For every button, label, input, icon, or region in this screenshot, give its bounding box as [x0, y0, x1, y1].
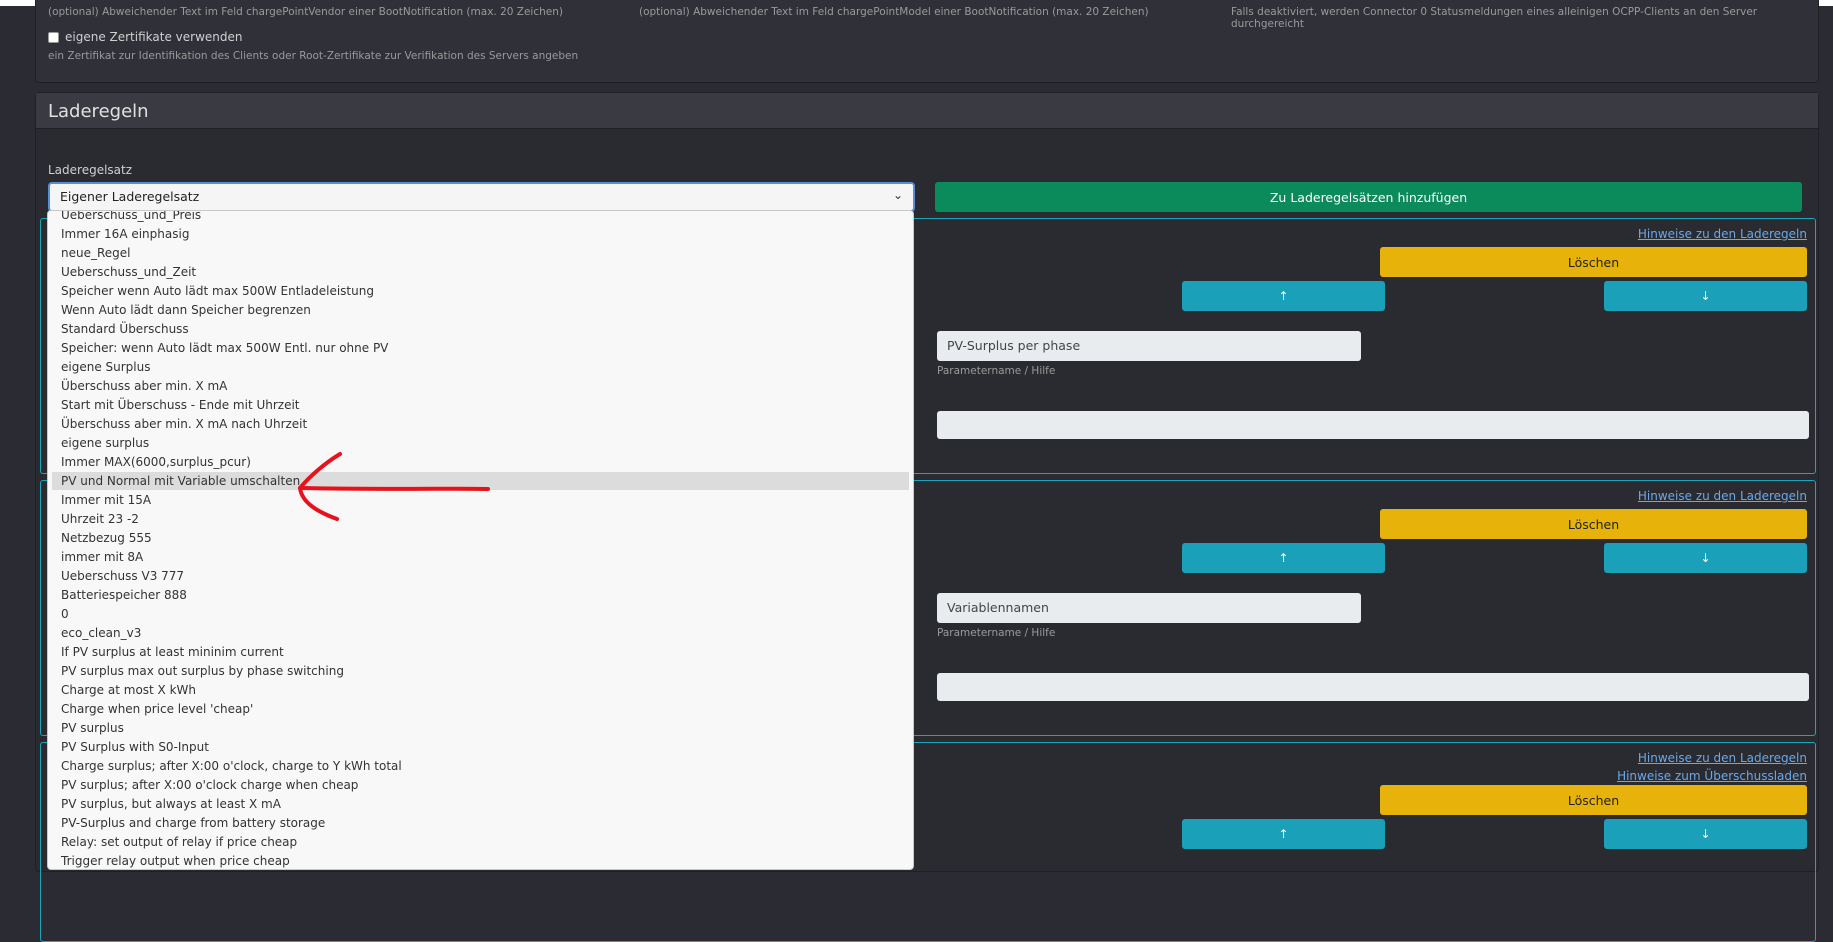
- move-down-button[interactable]: ↓: [1604, 543, 1807, 573]
- arrow-down-icon: ↓: [1700, 289, 1711, 303]
- dropdown-option[interactable]: Ueberschuss_und_Zeit: [52, 263, 909, 281]
- surplus-help-link[interactable]: Hinweise zum Überschussladen: [1617, 769, 1807, 783]
- delete-button[interactable]: Löschen: [1380, 785, 1807, 815]
- dropdown-option[interactable]: Speicher: wenn Auto lädt max 500W Entl. …: [52, 339, 909, 357]
- ruleset-label: Laderegelsatz: [48, 163, 133, 177]
- dropdown-option[interactable]: Speicher wenn Auto lädt max 500W Entlade…: [52, 282, 909, 300]
- rules-help-link[interactable]: Hinweise zu den Laderegeln: [1638, 227, 1807, 241]
- dropdown-option[interactable]: If PV surplus at least mininim current: [52, 643, 909, 661]
- arrow-up-icon: ↑: [1278, 289, 1289, 303]
- dropdown-option[interactable]: Ueberschuss V3 777: [52, 567, 909, 585]
- dropdown-option[interactable]: Überschuss aber min. X mA: [52, 377, 909, 395]
- parameter-name-input[interactable]: PV-Surplus per phase: [937, 331, 1361, 361]
- dropdown-option[interactable]: Überschuss aber min. X mA nach Uhrzeit: [52, 415, 909, 433]
- dropdown-option[interactable]: neue_Regel: [52, 244, 909, 262]
- arrow-up-icon: ↑: [1278, 551, 1289, 565]
- arrow-down-icon: ↓: [1700, 551, 1711, 565]
- dropdown-option[interactable]: eco_clean_v3: [52, 624, 909, 642]
- dropdown-option[interactable]: 0: [52, 605, 909, 623]
- dropdown-option[interactable]: Immer 16A einphasig: [52, 225, 909, 243]
- add-to-rulesets-button[interactable]: Zu Laderegelsätzen hinzufügen: [935, 182, 1802, 212]
- arrow-down-icon: ↓: [1700, 827, 1711, 841]
- delete-button[interactable]: Löschen: [1380, 509, 1807, 539]
- dropdown-option[interactable]: PV surplus: [52, 719, 909, 737]
- dropdown-option[interactable]: Charge surplus; after X:00 o'clock, char…: [52, 757, 909, 775]
- dropdown-option[interactable]: Charge when price level 'cheap': [52, 700, 909, 718]
- ruleset-selected-value: Eigener Laderegelsatz: [60, 189, 200, 204]
- move-down-button[interactable]: ↓: [1604, 819, 1807, 849]
- dropdown-option[interactable]: Netzbezug 555: [52, 529, 909, 547]
- parameter-help: Parametername / Hilfe: [937, 365, 1056, 377]
- rules-help-link[interactable]: Hinweise zu den Laderegeln: [1638, 751, 1807, 765]
- rule-expression-input[interactable]: [937, 411, 1809, 439]
- rules-help-link[interactable]: Hinweise zu den Laderegeln: [1638, 489, 1807, 503]
- dropdown-option[interactable]: PV-Surplus and charge from battery stora…: [52, 814, 909, 832]
- dropdown-option[interactable]: Trigger relay output when price cheap: [52, 852, 909, 869]
- parameter-help: Parametername / Hilfe: [937, 627, 1056, 639]
- variable-name-input[interactable]: Variablennamen: [937, 593, 1361, 623]
- model-hint: (optional) Abweichender Text im Feld cha…: [639, 6, 1149, 18]
- delete-button[interactable]: Löschen: [1380, 247, 1807, 277]
- move-up-button[interactable]: ↑: [1182, 543, 1385, 573]
- own-certificates-hint: ein Zertifikat zur Identifikation des Cl…: [48, 50, 579, 62]
- connector-hint: Falls deaktiviert, werden Connector 0 St…: [1231, 6, 1758, 30]
- dropdown-option[interactable]: Ueberschuss_und_Preis: [52, 211, 909, 224]
- chevron-down-icon: ⌄: [892, 188, 903, 202]
- ocpp-settings-card: (optional) Abweichender Text im Feld cha…: [35, 0, 1819, 83]
- ruleset-select[interactable]: Eigener Laderegelsatz ⌄: [48, 182, 915, 212]
- dropdown-option[interactable]: Relay: set output of relay if price chea…: [52, 833, 909, 851]
- dropdown-option[interactable]: PV surplus; after X:00 o'clock charge wh…: [52, 776, 909, 794]
- own-certificates-checkbox[interactable]: [48, 31, 59, 43]
- rule-expression-input[interactable]: [937, 673, 1809, 701]
- dropdown-option[interactable]: immer mit 8A: [52, 548, 909, 566]
- move-up-button[interactable]: ↑: [1182, 281, 1385, 311]
- dropdown-option[interactable]: eigene Surplus: [52, 358, 909, 376]
- section-title: Laderegeln: [36, 93, 1818, 129]
- dropdown-option[interactable]: Start mit Überschuss - Ende mit Uhrzeit: [52, 396, 909, 414]
- move-up-button[interactable]: ↑: [1182, 819, 1385, 849]
- move-down-button[interactable]: ↓: [1604, 281, 1807, 311]
- arrow-up-icon: ↑: [1278, 827, 1289, 841]
- dropdown-option[interactable]: PV surplus max out surplus by phase swit…: [52, 662, 909, 680]
- dropdown-option[interactable]: Charge at most X kWh: [52, 681, 909, 699]
- annotation-arrow-icon: [298, 452, 490, 521]
- dropdown-option[interactable]: Wenn Auto lädt dann Speicher begrenzen: [52, 301, 909, 319]
- dropdown-option[interactable]: PV Surplus with S0-Input: [52, 738, 909, 756]
- dropdown-option[interactable]: PV surplus, but always at least X mA: [52, 795, 909, 813]
- own-certificates-row[interactable]: eigene Zertifikate verwenden: [48, 30, 242, 44]
- dropdown-option[interactable]: Standard Überschuss: [52, 320, 909, 338]
- dropdown-option[interactable]: Batteriespeicher 888: [52, 586, 909, 604]
- vendor-hint: (optional) Abweichender Text im Feld cha…: [48, 6, 563, 18]
- own-certificates-label: eigene Zertifikate verwenden: [65, 30, 243, 44]
- ruleset-dropdown-list[interactable]: Ueberschuss_und_Preis Immer 16A einphasig…: [47, 210, 914, 870]
